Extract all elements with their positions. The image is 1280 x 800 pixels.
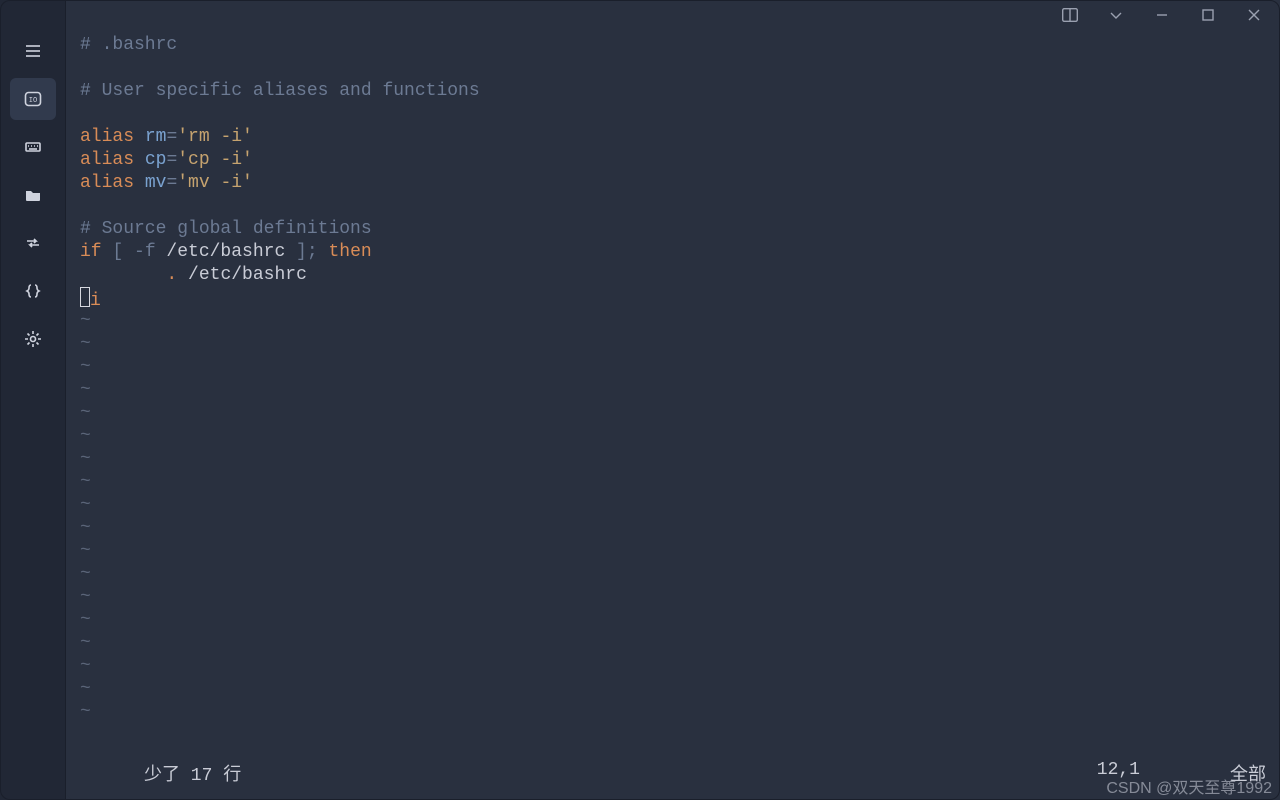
empty-line-tilde: ~	[80, 310, 1268, 333]
vim-status-line: 少了 17 行 12,1 全部	[144, 760, 1266, 784]
status-message: 少了 17 行	[144, 760, 241, 784]
empty-line-tilde: ~	[80, 586, 1268, 609]
code-line[interactable]	[80, 103, 1268, 126]
empty-line-tilde: ~	[80, 517, 1268, 540]
split-pane-button[interactable]	[1048, 1, 1092, 29]
code-area[interactable]: # .bashrc # User specific aliases and fu…	[80, 34, 1268, 310]
code-line[interactable]	[80, 195, 1268, 218]
code-line[interactable]: # User specific aliases and functions	[80, 80, 1268, 103]
code-line[interactable]: i	[80, 287, 1268, 310]
window-titlebar	[0, 0, 1280, 30]
empty-line-tilde: ~	[80, 609, 1268, 632]
empty-line-tilde: ~	[80, 632, 1268, 655]
empty-line-tilde: ~	[80, 425, 1268, 448]
code-line[interactable]: alias rm='rm -i'	[80, 126, 1268, 149]
empty-line-tilde: ~	[80, 333, 1268, 356]
braces-icon[interactable]	[10, 270, 56, 312]
code-line[interactable]: . /etc/bashrc	[80, 264, 1268, 287]
empty-line-tilde: ~	[80, 471, 1268, 494]
tilde-fill: ~~~~~~~~~~~~~~~~~~	[80, 310, 1268, 724]
empty-line-tilde: ~	[80, 448, 1268, 471]
cursor	[80, 287, 90, 307]
code-line[interactable]: alias mv='mv -i'	[80, 172, 1268, 195]
keyboard-icon[interactable]	[10, 126, 56, 168]
code-line[interactable]: # .bashrc	[80, 34, 1268, 57]
terminal-icon[interactable]: IO	[10, 78, 56, 120]
empty-line-tilde: ~	[80, 402, 1268, 425]
code-line[interactable]: # Source global definitions	[80, 218, 1268, 241]
minimize-button[interactable]	[1140, 1, 1184, 29]
code-line[interactable]: if [ -f /etc/bashrc ]; then	[80, 241, 1268, 264]
sidebar: IO	[0, 0, 66, 800]
editor-viewport[interactable]: # .bashrc # User specific aliases and fu…	[66, 30, 1280, 800]
folder-icon[interactable]	[10, 174, 56, 216]
code-line[interactable]	[80, 57, 1268, 80]
menu-icon[interactable]	[10, 30, 56, 72]
gear-icon[interactable]	[10, 318, 56, 360]
empty-line-tilde: ~	[80, 356, 1268, 379]
close-button[interactable]	[1232, 1, 1276, 29]
dropdown-button[interactable]	[1094, 1, 1138, 29]
empty-line-tilde: ~	[80, 540, 1268, 563]
empty-line-tilde: ~	[80, 379, 1268, 402]
svg-text:IO: IO	[28, 97, 36, 105]
empty-line-tilde: ~	[80, 655, 1268, 678]
watermark-text: CSDN @双天至尊1992	[1106, 774, 1272, 798]
maximize-button[interactable]	[1186, 1, 1230, 29]
transfer-icon[interactable]	[10, 222, 56, 264]
empty-line-tilde: ~	[80, 701, 1268, 724]
empty-line-tilde: ~	[80, 678, 1268, 701]
code-line[interactable]: alias cp='cp -i'	[80, 149, 1268, 172]
empty-line-tilde: ~	[80, 494, 1268, 517]
empty-line-tilde: ~	[80, 563, 1268, 586]
